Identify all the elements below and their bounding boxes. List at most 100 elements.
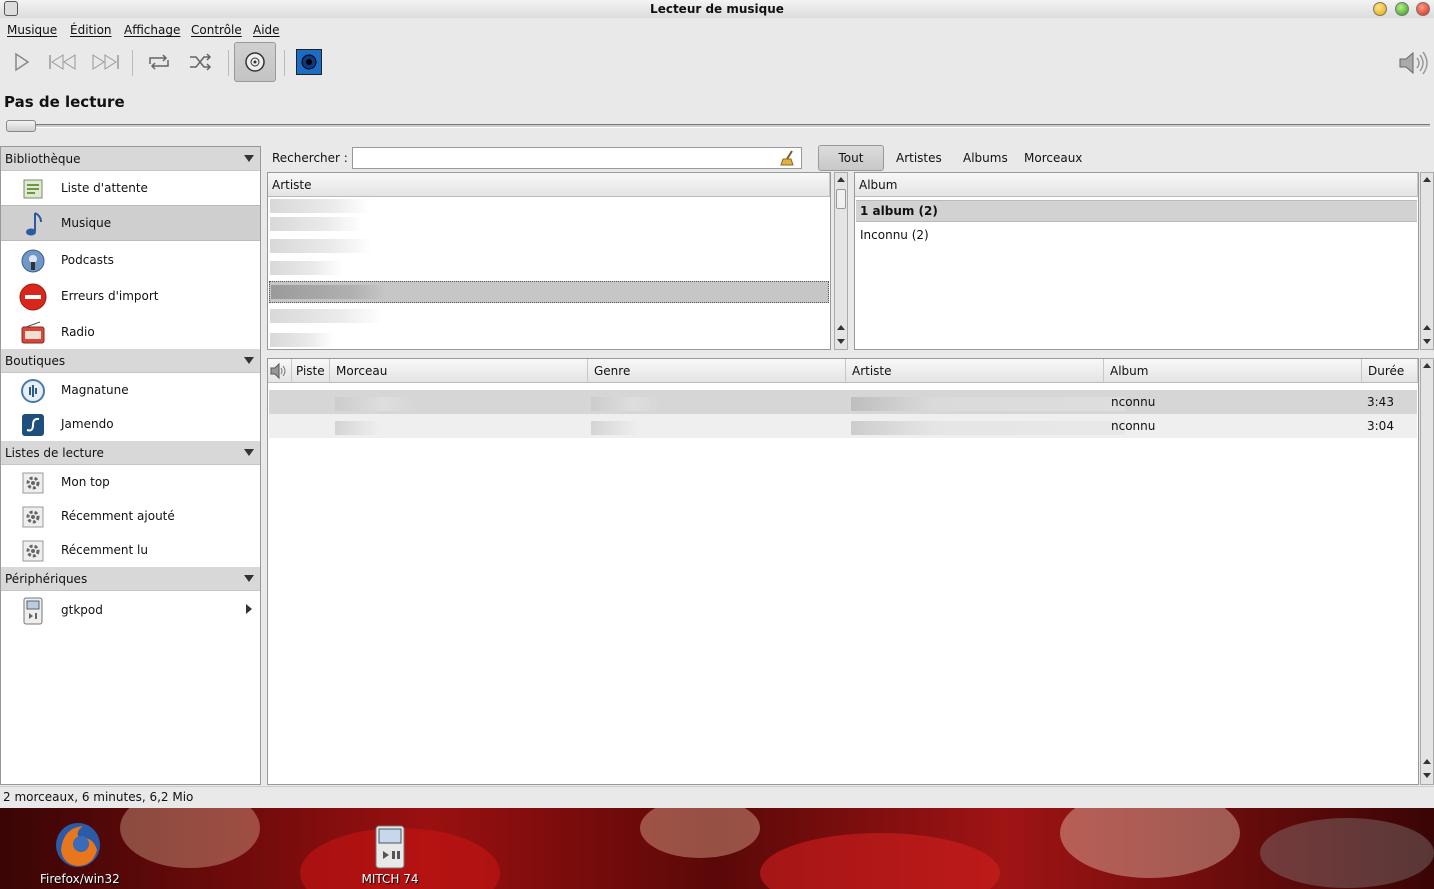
sidebar-item-liste-attente[interactable]: Liste d'attente <box>1 171 260 205</box>
sidebar-section-listes-de-lecture[interactable]: Listes de lecture <box>1 441 260 465</box>
column-header-piste[interactable]: Piste <box>292 359 330 383</box>
shuffle-button[interactable] <box>186 50 216 74</box>
next-button[interactable] <box>90 50 120 74</box>
desktop-icon-mitch74[interactable]: MITCH 74 <box>356 808 424 889</box>
repeat-button[interactable] <box>144 50 174 74</box>
artist-row[interactable] <box>270 309 382 323</box>
scrollbar-thumb[interactable] <box>836 189 846 209</box>
track-duration: 3:43 <box>1367 395 1394 409</box>
artist-row[interactable] <box>270 261 342 275</box>
status-bar: 2 morceaux, 6 minutes, 6,2 Mio <box>0 786 1434 806</box>
scroll-down-icon[interactable] <box>1423 773 1431 778</box>
shuffle-icon <box>190 53 212 71</box>
track-row[interactable]: nconnu 3:43 <box>269 390 1417 414</box>
clear-search-icon[interactable] <box>780 150 796 166</box>
minimize-button[interactable] <box>1373 2 1387 16</box>
expand-arrow-icon[interactable] <box>246 604 252 614</box>
sidebar-section-peripheriques[interactable]: Périphériques <box>1 567 260 591</box>
sidebar-section-bibliotheque[interactable]: Bibliothèque <box>1 147 260 171</box>
menu-edition[interactable]: Édition <box>70 23 112 37</box>
filter-morceaux-button[interactable]: Morceaux <box>1024 151 1082 165</box>
column-header-playing[interactable] <box>268 359 292 383</box>
artist-scrollbar[interactable] <box>834 172 848 350</box>
previous-icon <box>49 54 76 70</box>
scroll-up-icon[interactable] <box>1423 759 1431 764</box>
sidebar-item-magnatune[interactable]: Magnatune <box>1 373 260 407</box>
sidebar-item-podcasts[interactable]: Podcasts <box>1 243 260 277</box>
column-header-genre[interactable]: Genre <box>588 359 846 383</box>
column-header-artiste[interactable]: Artiste <box>846 359 1104 383</box>
menu-musique[interactable]: Musique <box>7 23 57 37</box>
artist-row[interactable] <box>270 239 372 253</box>
column-header-morceau[interactable]: Morceau <box>330 359 588 383</box>
browse-icon <box>245 52 265 72</box>
artist-row[interactable] <box>270 217 362 231</box>
menu-bar: Musique Édition Affichage Contrôle Aide <box>0 20 1434 40</box>
collapse-icon[interactable] <box>244 449 254 456</box>
seek-slider-thumb[interactable] <box>6 120 36 132</box>
seek-slider[interactable] <box>6 124 1430 128</box>
artist-row[interactable] <box>270 333 334 347</box>
album-row[interactable]: Inconnu (2) <box>860 228 929 242</box>
artist-row-text <box>271 285 386 299</box>
track-artist <box>851 397 1125 411</box>
title-bar[interactable]: Lecteur de musique <box>0 0 1434 18</box>
sidebar-item-label: Podcasts <box>61 253 114 267</box>
window-title: Lecteur de musique <box>650 2 784 16</box>
filter-artistes-button[interactable]: Artistes <box>896 151 942 165</box>
scroll-up-icon[interactable] <box>837 325 845 330</box>
filter-albums-button[interactable]: Albums <box>963 151 1008 165</box>
desktop-icon-firefox[interactable]: Firefox/win32 <box>40 808 120 889</box>
play-button[interactable] <box>6 50 36 74</box>
artist-row-selected[interactable] <box>269 281 829 303</box>
column-header-duree[interactable]: Durée <box>1362 359 1418 383</box>
visualization-icon <box>301 54 317 70</box>
sidebar-item-erreurs-import[interactable]: Erreurs d'import <box>1 279 260 313</box>
search-input[interactable] <box>352 147 802 169</box>
album-scrollbar[interactable] <box>1420 172 1434 350</box>
wallpaper-shape <box>1260 818 1434 888</box>
sidebar-item-label: Récemment lu <box>61 543 148 557</box>
wallpaper-shape <box>760 833 1000 889</box>
menu-affichage[interactable]: Affichage <box>124 23 180 37</box>
scroll-down-icon[interactable] <box>837 339 845 344</box>
track-row[interactable]: nconnu 3:04 <box>269 414 1417 438</box>
close-button[interactable] <box>1416 2 1430 16</box>
column-header-album[interactable]: Album <box>855 173 1418 197</box>
toolbar-separator <box>284 50 285 76</box>
artist-row[interactable] <box>270 199 370 213</box>
sidebar-section-boutiques[interactable]: Boutiques <box>1 349 260 373</box>
sidebar-item-jamendo[interactable]: Jamendo <box>1 407 260 441</box>
volume-icon <box>1399 51 1428 75</box>
scroll-up-icon[interactable] <box>837 177 845 182</box>
filter-tout-button[interactable]: Tout <box>818 145 884 171</box>
sidebar-item-recemment-ajoute[interactable]: Récemment ajouté <box>1 499 260 533</box>
volume-button[interactable] <box>1398 50 1430 75</box>
visualization-button[interactable] <box>296 49 322 75</box>
firefox-icon <box>56 823 100 867</box>
sidebar-item-recemment-lu[interactable]: Récemment lu <box>1 533 260 567</box>
track-album: nconnu <box>1111 395 1156 409</box>
column-header-artiste[interactable]: Artiste <box>268 173 830 197</box>
scroll-up-icon[interactable] <box>1423 325 1431 330</box>
collapse-icon[interactable] <box>244 357 254 364</box>
scroll-down-icon[interactable] <box>1423 339 1431 344</box>
scroll-up-icon[interactable] <box>1423 363 1431 368</box>
menu-controle[interactable]: Contrôle <box>191 23 242 37</box>
menu-aide[interactable]: Aide <box>253 23 280 37</box>
track-scrollbar[interactable] <box>1420 358 1434 785</box>
desktop-icon-label: MITCH 74 <box>361 872 419 886</box>
sidebar-item-gtkpod[interactable]: gtkpod <box>1 593 260 627</box>
maximize-button[interactable] <box>1395 2 1409 16</box>
previous-button[interactable] <box>48 50 78 74</box>
collapse-icon[interactable] <box>244 155 254 162</box>
collapse-icon[interactable] <box>244 575 254 582</box>
app-icon <box>4 1 18 16</box>
sidebar-item-musique[interactable]: Musique <box>1 205 260 241</box>
sidebar-item-mon-top[interactable]: Mon top <box>1 465 260 499</box>
sidebar-item-radio[interactable]: Radio <box>1 315 260 349</box>
browse-toggle-button[interactable] <box>234 42 276 82</box>
column-header-album[interactable]: Album <box>1104 359 1362 383</box>
scroll-up-icon[interactable] <box>1423 177 1431 182</box>
album-row-all[interactable]: 1 album (2) <box>856 200 1417 222</box>
